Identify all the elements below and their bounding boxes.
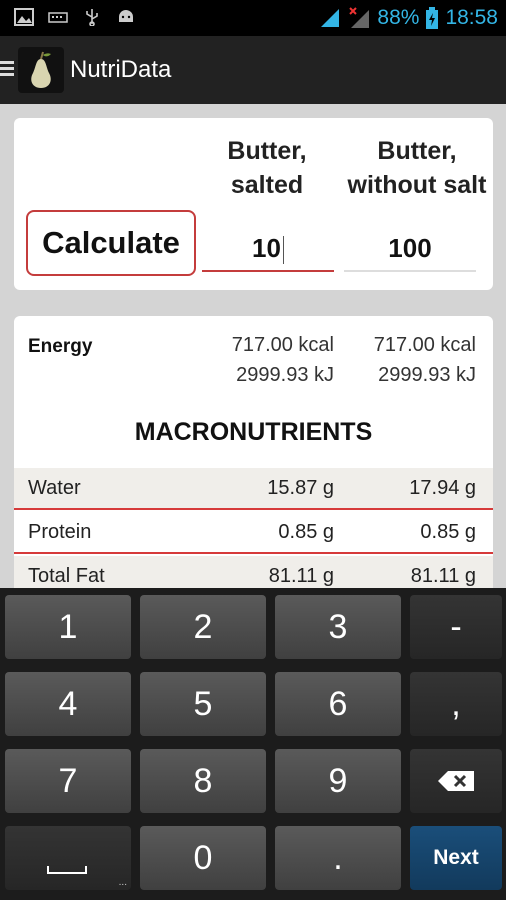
- keyboard-icon: [48, 12, 68, 23]
- row-value-1: 81.11 g: [268, 565, 334, 587]
- results-card: Energy 717.00 kcal 2999.93 kJ 717.00 kca…: [14, 316, 493, 588]
- content-area: Butter, salted Butter, without salt Calc…: [0, 104, 506, 588]
- energy-kcal-1: 717.00 kcal: [231, 334, 334, 356]
- clock: 18:58: [445, 6, 498, 29]
- quantity-value-1: 10: [252, 233, 281, 263]
- usb-icon: [86, 9, 98, 26]
- energy-kj-1: 2999.93 kJ: [236, 364, 334, 386]
- android-debug-icon: [119, 10, 133, 22]
- energy-kj-2: 2999.93 kJ: [378, 364, 476, 386]
- row-label: Water: [28, 477, 81, 499]
- numeric-keyboard: 1 2 3 - 4 5 6 , 7 8 9 ... 0 . Next: [0, 588, 506, 900]
- signal-off-icon: [349, 7, 370, 28]
- quantity-value-2: 100: [388, 233, 432, 263]
- key-6[interactable]: 6: [275, 672, 401, 736]
- calculate-button[interactable]: Calculate: [26, 210, 196, 276]
- backspace-key[interactable]: [410, 749, 502, 813]
- more-dots-icon: ...: [118, 877, 127, 888]
- space-icon: [47, 866, 87, 874]
- input-card: Butter, salted Butter, without salt Calc…: [14, 118, 493, 290]
- signal-icon: [321, 9, 340, 27]
- text-cursor: [282, 236, 284, 265]
- row-label: Total Fat: [28, 565, 105, 587]
- action-bar: NutriData: [0, 36, 506, 104]
- key-8[interactable]: 8: [140, 749, 266, 813]
- quantity-input-2[interactable]: 100: [344, 228, 476, 272]
- row-value-2: 81.11 g: [410, 565, 476, 587]
- food-name-2-line1: Butter,: [377, 137, 457, 165]
- drawer-menu-icon[interactable]: [0, 61, 14, 77]
- pear-logo-icon[interactable]: [18, 47, 64, 93]
- battery-percent: 88%: [377, 6, 420, 29]
- quantity-input-1[interactable]: 10: [202, 228, 334, 272]
- next-key[interactable]: Next: [410, 826, 502, 890]
- key-9[interactable]: 9: [275, 749, 401, 813]
- row-value-2: 17.94 g: [409, 477, 476, 499]
- section-title-macronutrients: MACRONUTRIENTS: [134, 418, 373, 446]
- key-4[interactable]: 4: [5, 672, 131, 736]
- key-2[interactable]: 2: [140, 595, 266, 659]
- space-key[interactable]: ...: [5, 826, 131, 890]
- row-label: Protein: [28, 521, 92, 543]
- food-name-1-line2: salted: [230, 171, 304, 199]
- key-3[interactable]: 3: [275, 595, 401, 659]
- app-title: NutriData: [70, 56, 172, 83]
- key-1[interactable]: 1: [5, 595, 131, 659]
- key-period[interactable]: .: [275, 826, 401, 890]
- key-comma[interactable]: ,: [410, 672, 502, 736]
- food-name-2-line2: without salt: [347, 171, 487, 199]
- key-minus[interactable]: -: [410, 595, 502, 659]
- key-0[interactable]: 0: [140, 826, 266, 890]
- table-row: Total Fat 81.11 g 81.11 g: [14, 556, 493, 588]
- key-7[interactable]: 7: [5, 749, 131, 813]
- energy-kcal-2: 717.00 kcal: [373, 334, 476, 356]
- table-row: Protein 0.85 g 0.85 g: [14, 512, 493, 554]
- energy-label: Energy: [28, 336, 93, 357]
- table-row: Water 15.87 g 17.94 g: [14, 468, 493, 510]
- food-name-1: Butter, salted: [200, 134, 334, 202]
- food-name-1-line1: Butter,: [227, 137, 307, 165]
- food-name-2: Butter, without salt: [342, 134, 492, 202]
- row-value-1: 15.87 g: [267, 477, 334, 499]
- gallery-icon: [14, 8, 34, 26]
- backspace-icon: [438, 771, 474, 791]
- row-value-2: 0.85 g: [420, 521, 476, 543]
- row-value-1: 0.85 g: [278, 521, 334, 543]
- key-5[interactable]: 5: [140, 672, 266, 736]
- battery-charging-icon: [426, 7, 439, 29]
- status-bar: 88% 18:58: [0, 0, 506, 36]
